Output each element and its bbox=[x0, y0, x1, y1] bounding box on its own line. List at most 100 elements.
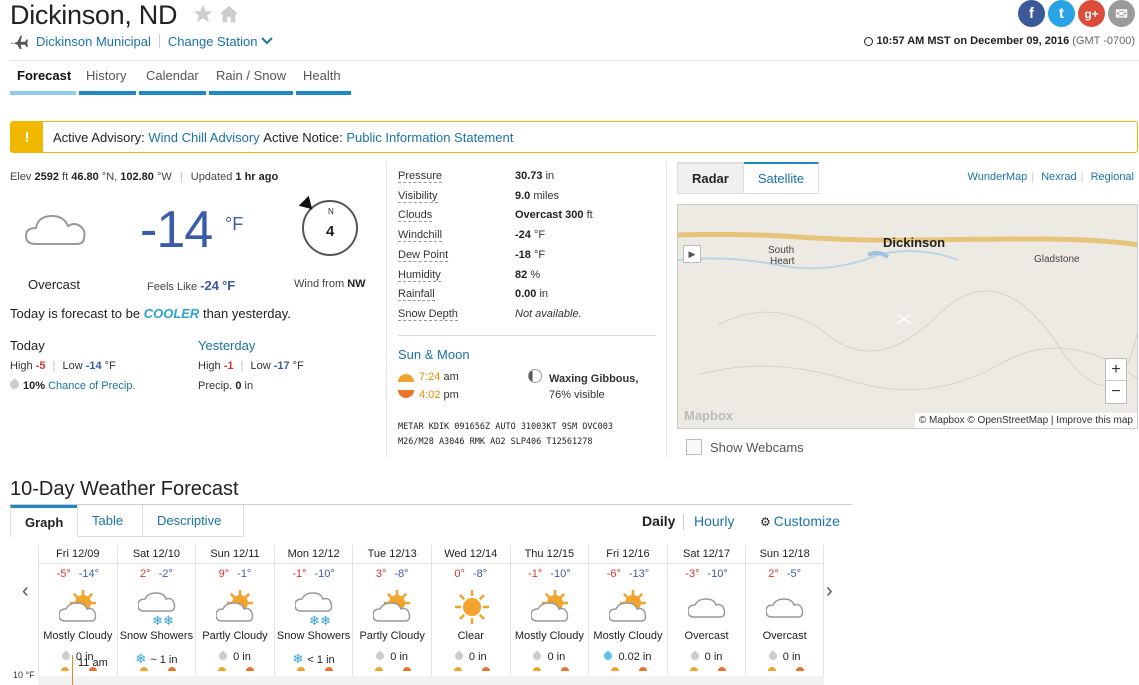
forecast-day[interactable]: Fri 12/16 -6° -13° Mostly Cloudy 0.02 in bbox=[588, 545, 667, 685]
day-name: Sat 12/10 bbox=[117, 545, 196, 564]
metric-value: -18 °F bbox=[515, 248, 546, 261]
forecast-day[interactable]: Tue 12/13 3° -8° Partly Cloudy 0 in bbox=[352, 545, 431, 685]
metric-value: Overcast 300 ft bbox=[515, 209, 593, 222]
forecast-day[interactable]: Sun 12/11 9° -1° Partly Cloudy 0 in bbox=[195, 545, 274, 685]
today-precip: 10% Chance of Precip. bbox=[8, 378, 136, 392]
tab-forecast[interactable]: Forecast bbox=[10, 68, 76, 95]
google-plus-icon[interactable]: g+ bbox=[1078, 0, 1105, 27]
snow-icon: ❄ ❄ bbox=[137, 592, 175, 627]
tab-descriptive[interactable]: Descriptive bbox=[142, 505, 244, 537]
metar-report: METAR KDIK 091656Z AUTO 31003KT 9SM OVC0… bbox=[398, 422, 613, 447]
day-precip: 0.02 in bbox=[589, 650, 667, 663]
day-precip: 0 in bbox=[668, 650, 746, 663]
station-link[interactable]: Dickinson Municipal bbox=[36, 34, 151, 49]
favorite-star-icon[interactable] bbox=[192, 3, 214, 25]
metric-value: 82 % bbox=[515, 268, 541, 281]
daily-toggle[interactable]: Daily bbox=[642, 513, 675, 529]
change-station-link[interactable]: Change Station bbox=[168, 34, 258, 49]
wind-speed: 4 bbox=[326, 223, 335, 240]
today-hilo: High -5 | Low -14 °F bbox=[10, 360, 116, 372]
metric-value: Not available. bbox=[515, 307, 582, 320]
yesterday-precip: Precip. 0 in bbox=[198, 380, 254, 392]
main-tabs: Forecast History Calendar Rain / Snow He… bbox=[10, 68, 351, 95]
metric-label[interactable]: Humidity bbox=[398, 269, 441, 282]
radar-tabs: Radar Satellite bbox=[677, 162, 820, 194]
day-precip: 0 in bbox=[196, 650, 274, 663]
yesterday-link[interactable]: Yesterday bbox=[198, 338, 255, 353]
day-hilo: -5° -14° bbox=[56, 568, 100, 580]
customize-button[interactable]: ⚙ Customize bbox=[760, 513, 840, 529]
forecast-day[interactable]: Sat 12/10 2° -2° ❄ ❄ Snow Showers ❄ ~ 1 in bbox=[116, 545, 196, 685]
temperature-graph bbox=[38, 676, 824, 685]
wind-direction: Wind from NW bbox=[294, 278, 366, 290]
metric-label[interactable]: Dew Point bbox=[398, 249, 449, 262]
metric-value: 0.00 in bbox=[515, 288, 549, 301]
wundermap-link[interactable]: WunderMap bbox=[968, 171, 1028, 183]
forecast-day[interactable]: Sat 12/17 -3° -10° Overcast 0 in bbox=[666, 545, 746, 685]
email-icon[interactable]: ✉ bbox=[1108, 0, 1135, 27]
radar-map[interactable]: ▶ South Heart Dickinson Gladstone + − Ma… bbox=[677, 204, 1138, 429]
day-hilo: -1° -10° bbox=[528, 568, 571, 580]
public-info-statement-link[interactable]: Public Information Statement bbox=[346, 130, 513, 145]
city-title: Dickinson, ND bbox=[10, 0, 178, 30]
zoom-in-button[interactable]: + bbox=[1106, 359, 1126, 381]
forecast-day[interactable]: Sun 12/18 2° -5° Overcast 0 in bbox=[745, 545, 824, 685]
station-elevation: Elev 2592 ft 46.80 °N, 102.80 °W | Updat… bbox=[10, 171, 279, 183]
metric-label[interactable]: Windchill bbox=[398, 229, 443, 243]
overcast-cloud-icon bbox=[24, 214, 86, 245]
hour-marker: 11 am bbox=[78, 657, 108, 669]
moon-phase: Waxing Gibbous, 76% visible bbox=[549, 373, 639, 401]
clock-icon bbox=[864, 36, 874, 46]
hourly-toggle[interactable]: Hourly bbox=[694, 513, 734, 529]
day-hilo: 3° -8° bbox=[375, 568, 409, 580]
ten-day-title: 10-Day Weather Forecast bbox=[10, 478, 239, 500]
ten-day-tabs: Graph Table Descriptive Daily Hourly ⚙ Cu… bbox=[10, 504, 852, 537]
tab-calendar[interactable]: Calendar bbox=[139, 68, 206, 95]
tab-graph[interactable]: Graph bbox=[10, 505, 78, 537]
prev-arrow-icon[interactable]: ‹ bbox=[22, 580, 29, 603]
sun-moon-title: Sun & Moon bbox=[398, 347, 470, 362]
forecast-day[interactable]: Thu 12/15 -1° -10° Mostly Cloudy 0 in bbox=[509, 545, 589, 685]
day-condition: Mostly Cloudy bbox=[593, 630, 663, 642]
tab-health[interactable]: Health bbox=[296, 68, 351, 95]
facebook-icon[interactable]: f bbox=[1018, 0, 1045, 27]
metric-label[interactable]: Pressure bbox=[398, 170, 443, 183]
home-icon[interactable] bbox=[218, 3, 240, 25]
show-webcams[interactable]: Show Webcams bbox=[686, 439, 804, 455]
tab-rain-snow[interactable]: Rain / Snow bbox=[209, 68, 293, 95]
play-icon[interactable]: ▶ bbox=[683, 245, 701, 263]
metric-label[interactable]: Rainfall bbox=[398, 288, 435, 302]
webcams-checkbox[interactable] bbox=[686, 439, 702, 455]
day-precip: ❄ ~ 1 in bbox=[135, 651, 178, 666]
tab-satellite[interactable]: Satellite bbox=[743, 162, 820, 194]
raindrop-icon bbox=[8, 378, 21, 391]
cloud-icon bbox=[766, 598, 804, 618]
metric-label[interactable]: Visibility bbox=[398, 190, 438, 203]
wind-arrow-icon bbox=[298, 195, 318, 215]
day-condition: Partly Cloudy bbox=[359, 630, 425, 642]
forecast-day[interactable]: Wed 12/14 0° -8° Clear 0 in bbox=[430, 545, 510, 685]
metric-value: 30.73 in bbox=[515, 170, 555, 182]
metric-label[interactable]: Snow Depth bbox=[398, 308, 458, 321]
tab-table[interactable]: Table bbox=[77, 505, 143, 537]
svg-text:❄: ❄ bbox=[163, 613, 174, 627]
nexrad-link[interactable]: Nexrad bbox=[1041, 171, 1076, 183]
partly-cloudy-icon bbox=[530, 590, 568, 622]
zoom-out-button[interactable]: − bbox=[1106, 381, 1126, 403]
next-arrow-icon[interactable]: › bbox=[826, 580, 833, 603]
map-attribution[interactable]: © Mapbox © OpenStreetMap | Improve this … bbox=[914, 413, 1137, 428]
forecast-day[interactable]: Mon 12/12 -1° -10° ❄ ❄ Snow Showers ❄ < 1 in bbox=[273, 545, 353, 685]
tab-history[interactable]: History bbox=[79, 68, 136, 95]
day-hilo: 0° -8° bbox=[454, 568, 488, 580]
regional-link[interactable]: Regional bbox=[1091, 171, 1134, 183]
temperature-unit[interactable]: °F bbox=[225, 214, 243, 235]
map-city-label: Dickinson bbox=[883, 235, 946, 250]
chevron-down-icon[interactable] bbox=[260, 35, 273, 47]
mapbox-logo: Mapbox bbox=[684, 408, 734, 423]
twitter-icon[interactable]: t bbox=[1048, 0, 1075, 27]
day-name: Sat 12/17 bbox=[667, 545, 746, 564]
partly-cloudy-icon bbox=[59, 590, 97, 622]
wind-chill-advisory-link[interactable]: Wind Chill Advisory bbox=[148, 130, 259, 145]
metric-label[interactable]: Clouds bbox=[398, 209, 433, 223]
tab-radar[interactable]: Radar bbox=[677, 162, 744, 194]
